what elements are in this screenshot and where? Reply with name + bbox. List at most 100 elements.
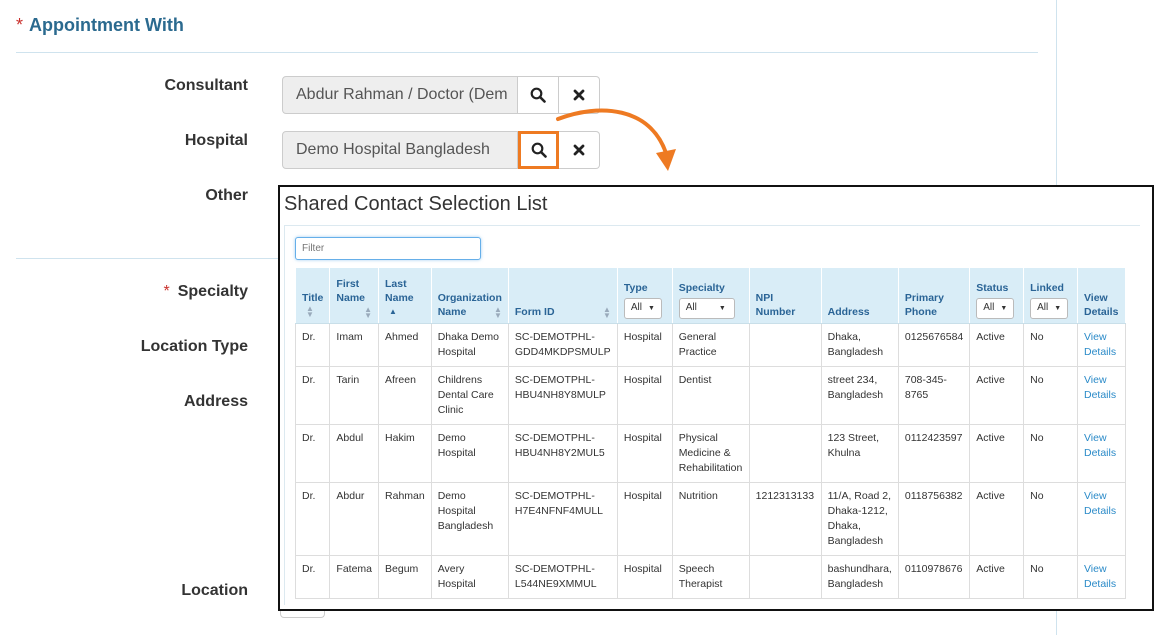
table-row[interactable]: Dr. Fatema Begum Avery Hospital SC-DEMOTPHL- L…	[294, 555, 1127, 599]
col-last-name-label: Last	[385, 278, 407, 290]
consultant-label: Consultant	[164, 77, 248, 94]
view-details-cell: View Details	[1076, 482, 1127, 556]
table-row[interactable]: Dr. Abdul Hakim Demo Hospital SC-DEMOTPHL- HBU…	[294, 424, 1127, 483]
col-phone: Primary Phone	[897, 267, 971, 324]
cell-phone: 0125676584	[897, 323, 971, 367]
cell-status: Active	[969, 366, 1025, 425]
col-form-id-label: Form ID	[514, 306, 555, 318]
cell-title: Dr.	[294, 323, 331, 367]
cell-status: Active	[969, 482, 1025, 556]
cell-linked-text: No	[1030, 331, 1044, 343]
cell-last-name: Ahmed	[378, 323, 432, 367]
cell-specialty-line: Speech	[678, 563, 715, 575]
cell-npi-text: 1212313133	[755, 490, 815, 502]
view-details-link[interactable]: View Details	[1084, 374, 1116, 401]
col-view-label: View	[1083, 292, 1108, 304]
view-details-link[interactable]: View Details	[1084, 331, 1116, 358]
cell-specialty-line: Therapist	[678, 578, 723, 590]
cell-title: Dr.	[294, 424, 331, 483]
callout-arrow-icon	[556, 108, 676, 171]
table-row[interactable]: Dr. Imam Ahmed Dhaka Demo Hospital SC-DEMOTPH…	[294, 323, 1127, 367]
cell-npi: 1212313133	[748, 482, 822, 556]
col-first-name[interactable]: First Name ▲ ▼	[329, 267, 380, 324]
consultant-field[interactable]: Abdur Rahman / Doctor (Dem	[282, 76, 518, 114]
cell-phone: 0110978676	[897, 555, 971, 599]
col-npi-label: NPI	[755, 292, 774, 304]
cell-phone: 0112423597	[897, 424, 971, 483]
cell-first-name: Abdur	[329, 482, 380, 556]
col-type-label: Type	[623, 282, 648, 294]
shared-contact-modal: Shared Contact Selection List Title▲▼ Fi…	[278, 185, 1154, 611]
cell-address-line: Bangladesh	[827, 389, 884, 401]
cell-specialty: Dentist	[671, 366, 750, 425]
cell-organization-line: Avery	[437, 563, 465, 575]
contact-table: Title ▲ ▼ First Name ▲ ▼ Last Name▲ Organizati…	[294, 267, 1127, 599]
cell-status-text: Active	[976, 331, 1005, 343]
cell-organization-line: Dhaka Demo	[437, 331, 499, 343]
col-phone-label: Primary	[904, 292, 944, 304]
view-details-link-line: Details	[1083, 505, 1117, 517]
sort-icon: ▲ ▼	[602, 305, 611, 320]
cell-title-text: Dr.	[302, 563, 316, 575]
col-title[interactable]: Title ▲ ▼	[294, 267, 331, 324]
cell-organization: Demo Hospital Bangladesh	[430, 482, 509, 556]
cell-npi	[748, 424, 822, 483]
filter-input[interactable]	[295, 237, 481, 260]
cell-last-name: Begum	[378, 555, 432, 599]
caret-down-icon: ▼	[648, 305, 655, 312]
cell-type: Hospital	[616, 424, 673, 483]
close-icon	[573, 89, 585, 101]
cell-specialty-line: Medicine &	[678, 447, 731, 459]
type-filter-value: All	[630, 302, 642, 313]
celled: No	[1023, 424, 1078, 483]
col-specialty: Specialty All ▼	[671, 267, 750, 324]
cell-last-name-text: Afreen	[385, 374, 416, 386]
hospital-label: Hospital	[184, 132, 248, 149]
view-details-link[interactable]: View Details	[1084, 490, 1116, 517]
modal-title: Shared Contact Selection List	[284, 193, 548, 215]
cell-status-text: Active	[976, 490, 1005, 502]
view-details-cell: View Details	[1076, 323, 1127, 367]
cell-address-line: bashundhara,	[827, 563, 892, 575]
view-details-link[interactable]: View Details	[1084, 563, 1116, 590]
caret-down-icon: ▼	[718, 305, 726, 312]
cell-phone-line: 8765	[904, 389, 929, 401]
cell-specialty-line: Nutrition	[678, 490, 718, 502]
table-row[interactable]: Dr. Abdur Rahman Demo Hospital Bangladesh SC-D…	[294, 482, 1127, 556]
col-form-id[interactable]: Form ID ▲ ▼	[507, 267, 618, 324]
cell-phone: 0118756382	[897, 482, 971, 556]
hospital-field[interactable]: Demo Hospital Bangladesh	[282, 131, 518, 169]
cell-organization-line: Hospital	[437, 346, 476, 358]
cell-organization: Dhaka Demo Hospital	[430, 323, 509, 367]
col-npi: NPI Number	[748, 267, 822, 324]
cell-address-line: Khulna	[827, 447, 861, 459]
cell-address-line: street 234,	[827, 374, 878, 386]
cell-linked-text: No	[1030, 374, 1044, 386]
cell-address: 11/A, Road 2, Dhaka-1212, Dhaka, Bangladesh	[820, 482, 899, 556]
cell-first-name-text: Abdul	[336, 432, 364, 444]
status-filter-select[interactable]: All ▼	[976, 298, 1015, 319]
cell-first-name-text: Imam	[336, 331, 363, 343]
view-details-link-line: View	[1083, 374, 1107, 386]
cell-phone-line: 0112423597	[904, 432, 963, 444]
table-row[interactable]: Dr. Tarin Afreen Childrens Dental Care Clinic…	[294, 366, 1127, 425]
cell-title: Dr.	[294, 482, 331, 556]
cell-organization-line: Hospital	[437, 505, 476, 517]
cell-linked-text: No	[1030, 432, 1044, 444]
location-type-label: Location Type	[140, 338, 248, 355]
section-title-text: Appointment With	[29, 15, 184, 35]
col-address: Address	[820, 267, 899, 324]
specialty-filter-select[interactable]: All ▼	[678, 298, 735, 319]
col-last-name[interactable]: Last Name ▲	[378, 267, 432, 324]
col-organization[interactable]: Organization Name ▲ ▼	[430, 267, 509, 324]
col-first-name-label: First	[336, 278, 360, 290]
linked-filter-select[interactable]: All ▼	[1030, 298, 1069, 319]
cell-title: Dr.	[294, 555, 331, 599]
cell-linked-text: No	[1030, 563, 1044, 575]
specialty-label-text: Specialty	[177, 283, 248, 300]
cell-address-line: Bangladesh	[827, 346, 884, 358]
cell-form-id-line: SC-DEMOTPHL-	[514, 490, 595, 502]
view-details-link[interactable]: View Details	[1084, 432, 1116, 459]
cell-organization-line: Dental Care	[437, 389, 494, 401]
type-filter-select[interactable]: All ▼	[623, 298, 662, 319]
